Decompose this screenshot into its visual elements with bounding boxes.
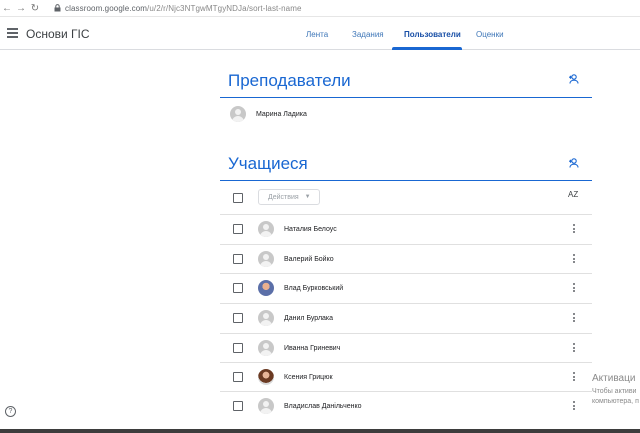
student-checkbox[interactable] <box>233 254 243 264</box>
invite-student-icon[interactable] <box>568 158 580 168</box>
more-vert-icon[interactable] <box>572 372 576 383</box>
student-name: Наталия Белоус <box>284 226 337 233</box>
student-name: Валерий Бойко <box>284 256 334 263</box>
tab-grades[interactable]: Оценки <box>476 30 504 39</box>
app-header: Основи ГІС Лента Задания Пользователи Оц… <box>0 17 640 50</box>
more-vert-icon[interactable] <box>572 224 576 235</box>
help-icon[interactable]: ? <box>5 406 16 417</box>
teacher-avatar <box>230 106 246 122</box>
back-icon[interactable]: ← <box>0 3 14 14</box>
row-divider <box>220 273 592 274</box>
forward-icon[interactable]: → <box>14 3 28 14</box>
caret-down-icon: ▼ <box>304 194 311 200</box>
select-all-checkbox[interactable] <box>233 193 243 203</box>
actions-dropdown[interactable]: Действия ▼ <box>258 189 320 205</box>
menu-icon[interactable] <box>7 28 18 38</box>
activation-watermark-title: Активаци <box>592 373 636 384</box>
students-divider <box>220 180 592 181</box>
teacher-name: Марина Ладика <box>256 111 307 118</box>
student-name: Данил Бурлака <box>284 315 334 322</box>
row-divider <box>220 244 592 245</box>
student-name: Ксения Грицюк <box>284 374 333 381</box>
lock-icon <box>54 4 61 12</box>
tab-classwork[interactable]: Задания <box>352 30 384 39</box>
student-avatar <box>258 340 274 356</box>
student-checkbox[interactable] <box>233 372 243 382</box>
student-avatar <box>258 310 274 326</box>
student-checkbox[interactable] <box>233 224 243 234</box>
more-vert-icon[interactable] <box>572 343 576 354</box>
more-vert-icon[interactable] <box>572 313 576 324</box>
student-name: Владислав Данільченко <box>284 403 362 410</box>
student-avatar <box>258 221 274 237</box>
tab-people[interactable]: Пользователи <box>404 30 461 39</box>
browser-toolbar: ← → ↻ classroom.google.com/u/2/r/Njc3NTg… <box>0 0 640 17</box>
more-vert-icon[interactable] <box>572 283 576 294</box>
student-checkbox[interactable] <box>233 283 243 293</box>
row-divider <box>220 303 592 304</box>
student-avatar <box>258 251 274 267</box>
invite-teacher-icon[interactable] <box>568 74 580 84</box>
taskbar <box>0 429 640 433</box>
student-checkbox[interactable] <box>233 401 243 411</box>
student-checkbox[interactable] <box>233 343 243 353</box>
row-divider <box>220 333 592 334</box>
activation-watermark-line: компьютера, п <box>592 398 639 405</box>
teachers-divider <box>220 97 592 98</box>
student-photo-avatar <box>258 369 274 385</box>
student-name: Влад Бурковський <box>284 285 344 292</box>
url-path: /u/2/r/Njc3NTgwMTgyNDJa/sort-last-name <box>147 3 302 13</box>
row-divider <box>220 362 592 363</box>
students-heading: Учащиеся <box>228 154 308 173</box>
row-divider <box>220 214 592 215</box>
active-tab-indicator <box>392 47 462 50</box>
reload-icon[interactable]: ↻ <box>28 3 42 14</box>
student-checkbox[interactable] <box>233 313 243 323</box>
student-avatar <box>258 398 274 414</box>
sort-az-icon[interactable]: AZ <box>568 190 578 199</box>
sort-label: AZ <box>568 190 579 199</box>
activation-watermark-line: Чтобы активи <box>592 388 637 395</box>
student-photo-avatar <box>258 280 274 296</box>
more-vert-icon[interactable] <box>572 401 576 412</box>
row-divider <box>220 391 592 392</box>
address-bar[interactable]: classroom.google.com/u/2/r/Njc3NTgwMTgyN… <box>65 4 302 13</box>
actions-label: Действия <box>268 193 299 201</box>
teachers-heading: Преподаватели <box>228 71 351 90</box>
class-title: Основи ГІС <box>26 27 90 41</box>
tab-stream[interactable]: Лента <box>306 30 328 39</box>
student-name: Иванна Гриневич <box>284 345 341 352</box>
more-vert-icon[interactable] <box>572 254 576 265</box>
url-host: classroom.google.com <box>65 3 148 13</box>
